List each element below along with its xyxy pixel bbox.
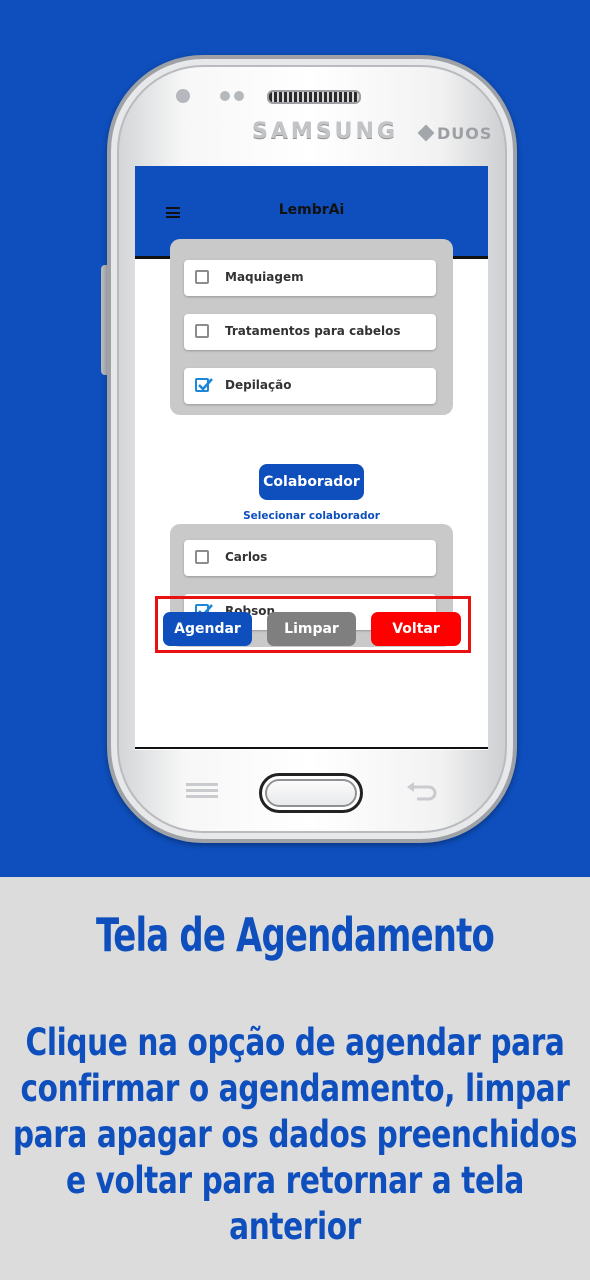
checkbox-unchecked-icon[interactable] [195,550,209,564]
caption-body: Clique na opção de agendar para confirma… [12,1021,578,1248]
checkbox-checked-icon[interactable] [195,378,213,392]
sensor-icon [234,91,244,101]
service-option[interactable]: Tratamentos para cabelos [184,314,436,350]
device-model-badge: DUOS [417,124,493,143]
collaborator-button[interactable]: Colaborador [259,464,364,500]
service-option[interactable]: Depilação [184,368,436,404]
front-camera-icon [176,89,190,103]
hardware-menu-icon[interactable] [186,783,218,798]
back-button[interactable]: Voltar [371,612,461,646]
app-title: LembrAi [278,202,345,218]
home-button[interactable] [259,773,363,813]
service-label: Maquiagem [225,270,304,284]
service-label: Tratamentos para cabelos [225,324,401,338]
hardware-back-icon[interactable] [405,778,439,802]
collaborator-hint: Selecionar colaborador [243,510,380,522]
service-option[interactable]: Maquiagem [184,260,436,296]
collaborator-option[interactable]: Carlos [184,540,436,576]
caption-title: Tela de Agendamento [95,908,495,962]
services-group: Maquiagem Tratamentos para cabelos Depil… [170,239,453,415]
clear-button[interactable]: Limpar [267,612,356,646]
checkbox-unchecked-icon[interactable] [195,324,209,338]
service-label: Depilação [225,378,292,392]
scheduling-form[interactable]: Maquiagem Tratamentos para cabelos Depil… [135,239,488,750]
schedule-button[interactable]: Agendar [163,612,252,646]
sensor-icon [220,91,230,101]
phone-screen: LembrAi Maquiagem Tratamentos para cabel… [135,166,488,750]
device-brand: SAMSUNG [252,119,398,144]
duos-logo-icon [417,124,435,142]
device-model-label: DUOS [437,124,493,143]
earpiece-speaker [267,90,361,104]
collaborator-label: Carlos [225,550,268,564]
screen-divider [135,747,488,749]
checkbox-unchecked-icon[interactable] [195,270,209,284]
